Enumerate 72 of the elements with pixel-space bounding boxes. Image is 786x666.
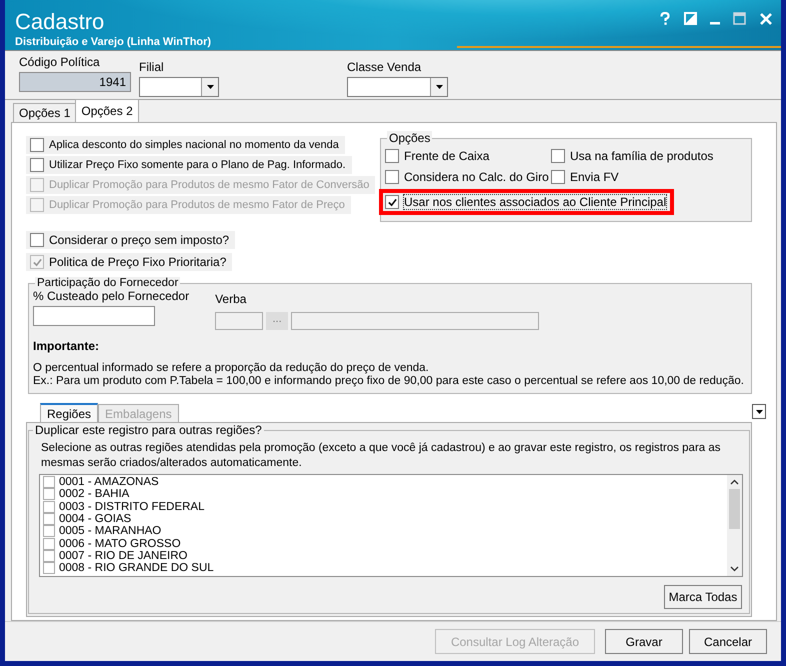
- description-text: Selecione as outras regiões atendidas pela promoção (exceto a que você já cadastrou) e ao gravar este registro, os registros para as mesmas serão criados/alterados automaticamente.: [41, 441, 722, 471]
- dropdown-button[interactable]: [752, 404, 766, 419]
- note-text: Ex.: Para um produto com P.Tabela = 100,00 e informando preço fixo de 90,00 para este caso o percentual se refere aos 10,00 de redução.: [33, 375, 745, 387]
- list-item[interactable]: 0006 - MATO GROSSO: [59, 538, 181, 550]
- checkbox[interactable]: [30, 158, 44, 172]
- list-item[interactable]: 0001 - AMAZONAS: [59, 476, 159, 488]
- caret-icon: [756, 410, 762, 414]
- checkbox-label: Frente de Caixa: [404, 149, 490, 163]
- dialog-button[interactable]: Cancelar: [689, 629, 767, 654]
- checkbox[interactable]: [551, 149, 565, 163]
- checkbox-label: Duplicar Promoção para Produtos de mesmo Fator de Conversão: [49, 179, 370, 191]
- checkbox-label: Considerar o preço sem imposto?: [49, 233, 230, 247]
- list-item[interactable]: 0003 - DISTRITO FEDERAL: [59, 500, 204, 513]
- list-item[interactable]: 0007 - RIO DE JANEIRO: [59, 550, 188, 562]
- note-text: O percentual informado se refere a proporção da redução do preço de venda.: [33, 362, 430, 374]
- checkbox[interactable]: [43, 525, 55, 538]
- checkbox-label: Utilizar Preço Fixo somente para o Plano de Pag. Informado.: [49, 159, 346, 171]
- checkbox[interactable]: [43, 538, 55, 550]
- checkbox-label: Aplica desconto do simples nacional no momento da venda: [49, 139, 339, 151]
- checkbox-label: Usa na família de produtos: [570, 149, 714, 163]
- note-title: Importante:: [33, 339, 100, 353]
- checkbox[interactable]: [30, 233, 44, 247]
- checkbox[interactable]: [43, 476, 55, 488]
- checkbox[interactable]: [43, 513, 55, 526]
- contrast-icon[interactable]: [684, 12, 697, 25]
- group-title: Opções: [387, 131, 432, 145]
- caret-icon: [206, 85, 214, 89]
- list-item[interactable]: 0008 - RIO GRANDE DO SUL: [59, 562, 214, 574]
- checkbox[interactable]: [385, 195, 399, 209]
- checkbox[interactable]: [385, 149, 399, 163]
- scrollbar[interactable]: [727, 475, 742, 576]
- field-label: Código Política: [19, 55, 101, 69]
- list-item[interactable]: 0004 - GOIAS: [59, 513, 132, 526]
- checkbox[interactable]: [43, 488, 55, 500]
- checkbox[interactable]: [30, 138, 44, 152]
- checkbox-label: Considera no Calc. do Giro: [404, 170, 549, 184]
- caret-icon: [436, 85, 442, 89]
- group-title: Duplicar este registro para outras regiões?: [34, 423, 263, 437]
- input-field[interactable]: [215, 312, 264, 330]
- checkbox-label: Envia FV: [570, 170, 619, 184]
- window-title: Cadastro: [15, 10, 106, 34]
- dropdown-field[interactable]: [347, 77, 448, 97]
- dialog-button[interactable]: Gravar: [605, 629, 683, 654]
- field-label: Filial: [139, 60, 165, 74]
- tab[interactable]: Regiões: [40, 403, 98, 422]
- field-label: Verba: [215, 291, 248, 306]
- checkbox-label: Duplicar Promoção para Produtos de mesmo Fator de Preço: [49, 199, 345, 211]
- code-field: 1941: [19, 72, 131, 92]
- help-icon[interactable]: [659, 12, 671, 26]
- maximize-icon[interactable]: [733, 12, 746, 25]
- close-icon[interactable]: [759, 12, 773, 26]
- scroll-up-icon[interactable]: [730, 479, 739, 485]
- field-label: Classe Venda: [347, 60, 422, 74]
- input-field[interactable]: [33, 306, 155, 326]
- select-all-button[interactable]: Marca Todas: [664, 585, 742, 609]
- checkbox-label: Usar nos clientes associados ao Cliente Principal: [404, 195, 666, 209]
- tab[interactable]: Opções 2: [75, 99, 139, 122]
- list-item[interactable]: 0005 - MARANHAO: [59, 525, 162, 538]
- scroll-down-icon[interactable]: [730, 566, 739, 572]
- field-label: % Custeado pelo Fornecedor: [33, 289, 190, 303]
- checkbox[interactable]: [43, 562, 55, 574]
- checkbox[interactable]: [551, 170, 565, 184]
- checkbox[interactable]: [385, 170, 399, 184]
- checkbox[interactable]: [43, 500, 55, 513]
- dropdown-field[interactable]: [139, 77, 219, 97]
- list-item[interactable]: 0002 - BAHIA: [59, 488, 130, 500]
- window-subtitle: Distribuição e Varejo (Linha WinThor): [15, 36, 212, 48]
- group-title: Participação do Fornecedor: [35, 277, 180, 289]
- tab[interactable]: Opções 1: [13, 103, 76, 122]
- input-field[interactable]: [291, 312, 540, 330]
- checkbox-label: Politica de Preço Fixo Prioritaria?: [49, 255, 226, 269]
- checkbox[interactable]: [43, 550, 55, 562]
